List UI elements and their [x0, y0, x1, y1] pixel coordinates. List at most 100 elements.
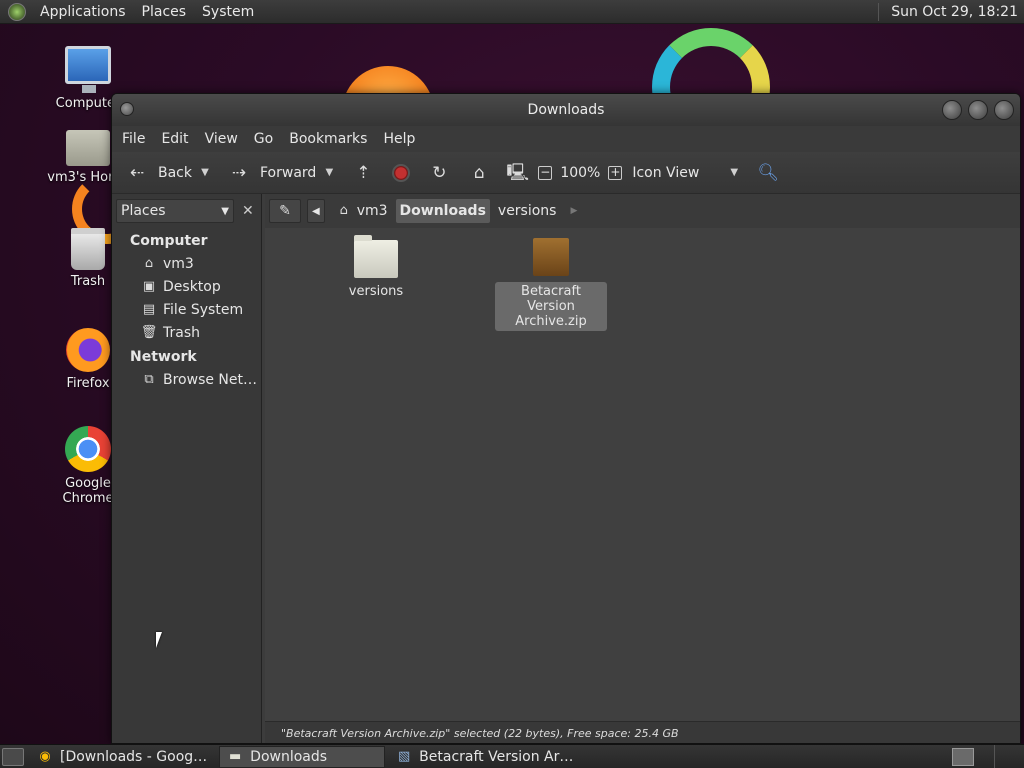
arrow-right-icon: ⇢	[231, 162, 247, 183]
chevron-left-icon: ◀	[312, 205, 320, 217]
stop-button[interactable]	[388, 158, 414, 188]
toggle-location-entry-button[interactable]: ✎	[269, 199, 301, 223]
sidebar-item-label: Browse Net…	[163, 371, 258, 388]
drive-icon: ▤	[142, 301, 156, 317]
folder-icon	[354, 235, 398, 278]
chrome-icon: ◉	[39, 748, 51, 764]
up-button[interactable]: ⇡	[348, 158, 378, 188]
home-folder-icon: ⌂	[339, 203, 348, 218]
view-mode-label: Icon View	[632, 164, 700, 181]
zoom-level[interactable]: 100%	[556, 158, 604, 188]
back-history-dropdown-icon[interactable]: ▼	[198, 167, 212, 178]
file-name-selected: Betacraft Version Archive.zip	[495, 282, 607, 331]
menu-file[interactable]: File	[114, 126, 153, 152]
firefox-icon	[66, 328, 110, 372]
sidebar-item-trash[interactable]: 🗑︎ Trash	[112, 321, 261, 344]
clock[interactable]: Sun Oct 29, 18:21	[878, 2, 1024, 21]
sidebar-section-network: Network	[130, 349, 197, 365]
close-button[interactable]	[994, 100, 1014, 120]
trash-icon: 🗑︎	[140, 324, 158, 340]
menu-view[interactable]: View	[197, 126, 246, 152]
breadcrumb-vm3[interactable]: ⌂ vm3	[331, 199, 392, 223]
path-scroll-left-button[interactable]: ◀	[307, 199, 325, 223]
sidebar-item-browse-network[interactable]: ⧉ Browse Net…	[112, 368, 261, 391]
distro-logo-icon[interactable]	[8, 2, 26, 21]
status-bar: "Betacraft Version Archive.zip" selected…	[265, 721, 1020, 743]
breadcrumb-versions[interactable]: versions	[494, 199, 561, 223]
network-icon: ⧉	[144, 371, 154, 387]
window-controls	[942, 100, 1014, 120]
close-sidebar-icon[interactable]: ✕	[242, 203, 254, 219]
computer-button[interactable]: 🖳	[502, 158, 532, 188]
taskbar-item-betacraft[interactable]: ▧ Betacraft Version Ar…	[389, 746, 581, 768]
chevron-down-icon: ▼	[221, 205, 229, 217]
file-name-line: Archive.zip	[515, 314, 587, 329]
sidebar-item-file-system[interactable]: ▤ File System	[112, 298, 261, 321]
top-panel: Applications Places System Sun Oct 29, 1…	[0, 0, 1024, 24]
taskbar-item-downloads[interactable]: ▬ Downloads	[219, 745, 386, 768]
stop-icon	[392, 163, 411, 182]
menubar: File Edit View Go Bookmarks Help	[112, 126, 1020, 152]
search-icon: 🔍︎	[757, 162, 780, 183]
maximize-button[interactable]	[968, 100, 988, 120]
sidebar-item-vm3[interactable]: ⌂ vm3	[112, 252, 261, 275]
sidebar-item-label: Trash	[163, 324, 200, 341]
main-pane: ✎ ◀ ⌂ vm3 Downloads versions ▶ versions	[265, 194, 1020, 743]
file-item-versions[interactable]: versions	[320, 235, 432, 299]
sidebar-type-select[interactable]: Places ▼	[116, 199, 234, 223]
chevron-down-icon: ▼	[730, 167, 739, 178]
path-scroll-right-icon[interactable]: ▶	[570, 206, 577, 216]
workspace-switcher	[952, 744, 1024, 768]
window-menu-button[interactable]	[120, 102, 134, 116]
menu-applications[interactable]: Applications	[32, 4, 134, 20]
reload-button[interactable]: ↻	[424, 158, 454, 188]
zoom-in-icon: +	[608, 164, 623, 180]
sidebar-item-desktop[interactable]: ▣ Desktop	[112, 275, 261, 298]
file-manager-window: Downloads File Edit View Go Bookmarks He…	[111, 93, 1021, 744]
menu-go[interactable]: Go	[246, 126, 281, 152]
taskbar-item-label: Betacraft Version Ar…	[419, 748, 574, 765]
folder-icon: ▬	[229, 748, 242, 764]
taskbar-item-label: Downloads	[250, 748, 328, 765]
sidebar-section-computer: Computer	[130, 233, 208, 249]
workspace-2[interactable]	[994, 744, 1024, 768]
desktop-folder-icon: ▣	[142, 278, 156, 294]
forward-label: Forward	[260, 164, 317, 181]
home-button[interactable]: ⌂	[464, 158, 494, 188]
search-button[interactable]: 🔍︎	[753, 158, 783, 188]
file-item-betacraft-zip[interactable]: Betacraft Version Archive.zip	[495, 238, 607, 331]
menu-bookmarks[interactable]: Bookmarks	[281, 126, 375, 152]
zoom-out-icon: −	[538, 164, 553, 180]
sidebar-item-label: File System	[163, 301, 244, 318]
view-mode-select[interactable]: Icon View ▼	[628, 158, 745, 188]
menu-places[interactable]: Places	[134, 4, 195, 20]
computer-icon	[65, 46, 111, 93]
show-desktop-icon[interactable]	[2, 747, 24, 766]
back-button[interactable]: ⇠ Back ▼	[122, 158, 216, 188]
sidebar-item-label: vm3	[163, 255, 194, 272]
arrow-left-icon: ⇠	[129, 162, 145, 183]
forward-history-dropdown-icon[interactable]: ▼	[322, 167, 336, 178]
file-name: versions	[348, 284, 404, 299]
pencil-icon: ✎	[279, 203, 291, 219]
workspace-1[interactable]	[952, 747, 974, 766]
menu-system[interactable]: System	[194, 4, 262, 20]
sidebar-type-label: Places	[121, 203, 166, 219]
breadcrumb-downloads[interactable]: Downloads	[395, 199, 490, 223]
menu-help[interactable]: Help	[375, 126, 423, 152]
taskbar-item-chrome[interactable]: ◉ [Downloads - Goog…	[30, 746, 215, 768]
menu-edit[interactable]: Edit	[153, 126, 196, 152]
minimize-button[interactable]	[942, 100, 962, 120]
window-titlebar[interactable]: Downloads	[112, 94, 1020, 126]
forward-button[interactable]: ⇢ Forward ▼	[224, 158, 340, 188]
home-folder-icon: ⌂	[144, 255, 154, 271]
computer-icon: 🖳	[506, 162, 529, 183]
home-folder-icon	[66, 130, 110, 166]
file-name-line: Betacraft Version	[521, 284, 581, 314]
zoom-out-button[interactable]: −	[534, 158, 556, 188]
file-icon-view[interactable]: versions Betacraft Version Archive.zip	[265, 228, 1020, 718]
zoom-in-button[interactable]: +	[604, 158, 626, 188]
sidebar: Places ▼ ✕ Computer ⌂ vm3 ▣ Desktop ▤ Fi…	[112, 194, 262, 743]
arrow-up-icon: ⇡	[356, 162, 371, 183]
breadcrumb-label: vm3	[356, 203, 388, 219]
